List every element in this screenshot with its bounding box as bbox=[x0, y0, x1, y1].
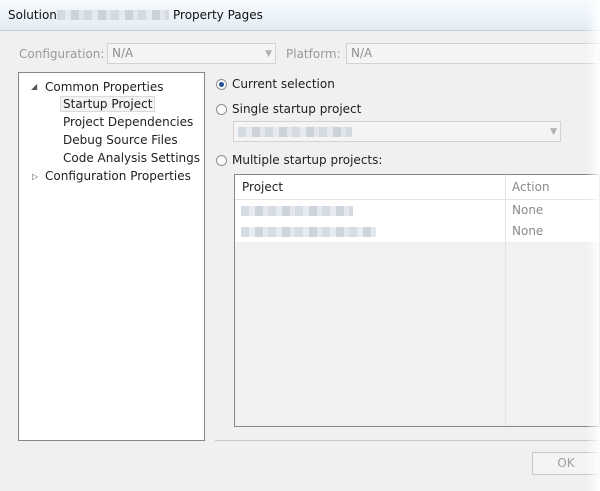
startup-projects-grid[interactable]: Project Action None None bbox=[234, 174, 600, 427]
tree-item-configuration-properties[interactable]: Configuration Properties bbox=[45, 169, 191, 183]
configuration-value: N/A bbox=[112, 46, 134, 60]
chevron-down-icon: ▼ bbox=[550, 127, 557, 137]
grid-header: Project Action bbox=[235, 175, 599, 200]
tree-item-startup-project[interactable]: Startup Project bbox=[60, 96, 156, 112]
single-startup-radio[interactable] bbox=[216, 104, 227, 115]
title-bar: Solution Property Pages bbox=[0, 0, 600, 31]
chevron-down-icon: ▼ bbox=[265, 49, 272, 59]
property-tree[interactable]: ◢ Common Properties Startup Project Proj… bbox=[18, 72, 205, 441]
table-row[interactable]: None bbox=[235, 221, 599, 243]
multiple-startup-radio[interactable] bbox=[216, 155, 227, 166]
platform-label: Platform: bbox=[286, 47, 341, 61]
redacted-project-name bbox=[238, 127, 352, 137]
single-startup-dropdown[interactable]: ▼ bbox=[233, 121, 561, 142]
tree-item-common-properties[interactable]: Common Properties bbox=[45, 80, 164, 94]
current-selection-radio[interactable] bbox=[216, 79, 227, 90]
current-selection-label[interactable]: Current selection bbox=[232, 77, 335, 91]
action-cell[interactable]: None bbox=[512, 203, 543, 217]
redacted-project-name bbox=[241, 206, 353, 216]
configuration-dropdown[interactable]: N/A ▼ bbox=[107, 43, 276, 64]
window-title-prefix: Solution bbox=[8, 8, 57, 22]
table-row[interactable]: None bbox=[235, 200, 599, 222]
configuration-label: Configuration: bbox=[19, 47, 105, 61]
window-title-suffix: Property Pages bbox=[173, 8, 263, 22]
platform-dropdown[interactable]: N/A bbox=[346, 43, 600, 64]
redacted-project-name bbox=[241, 227, 376, 237]
multiple-startup-label[interactable]: Multiple startup projects: bbox=[232, 153, 382, 167]
action-cell[interactable]: None bbox=[512, 224, 543, 238]
tree-item-code-analysis-settings[interactable]: Code Analysis Settings bbox=[63, 151, 200, 165]
column-header-project[interactable]: Project bbox=[242, 180, 283, 194]
tree-item-project-dependencies[interactable]: Project Dependencies bbox=[63, 115, 193, 129]
window-edge-fade bbox=[586, 0, 600, 491]
column-header-action[interactable]: Action bbox=[512, 180, 550, 194]
bottom-divider bbox=[215, 440, 600, 441]
platform-value: N/A bbox=[351, 46, 373, 60]
collapse-triangle-icon[interactable]: ◢ bbox=[31, 82, 37, 91]
expand-triangle-icon[interactable]: ▷ bbox=[32, 172, 38, 181]
single-startup-label[interactable]: Single startup project bbox=[232, 102, 361, 116]
tree-item-debug-source-files[interactable]: Debug Source Files bbox=[63, 133, 178, 147]
column-divider bbox=[505, 175, 506, 426]
redacted-solution-name bbox=[57, 10, 169, 20]
